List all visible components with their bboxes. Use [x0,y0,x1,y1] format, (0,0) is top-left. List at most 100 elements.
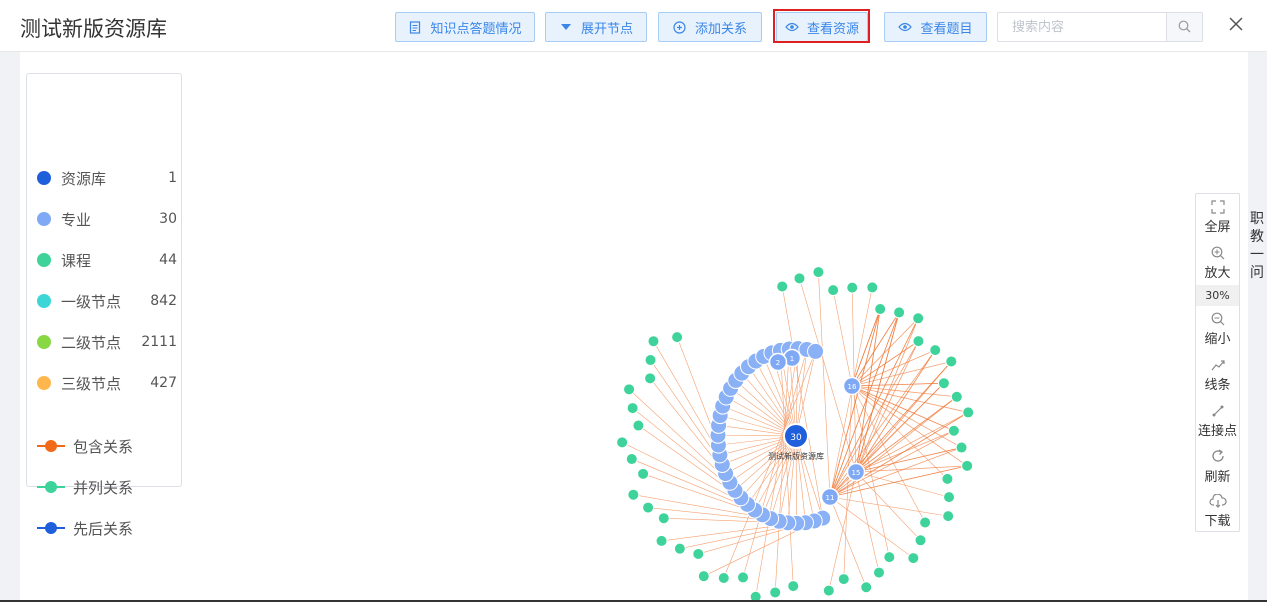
graph-course-node [627,488,640,501]
close-button[interactable] [1226,15,1246,35]
legend-item-sequence[interactable]: 先后关系 [37,517,177,539]
relation-line-icon [37,480,65,494]
graph-course-node [883,551,896,564]
header: 测试新版资源库 知识点答题情况 展开节点 添加关系 查看资源 查看题目 [0,0,1267,52]
relation-line-icon [37,521,65,535]
graph-course-node [692,547,705,560]
graph-course-node [671,331,684,344]
side-char: 教 [1250,229,1264,245]
graph-major-node [807,342,825,360]
legend-item-parallel[interactable]: 并列关系 [37,476,177,498]
connect-icon [1212,405,1223,417]
lines-button[interactable]: 线条 [1196,358,1239,393]
search-button[interactable] [1166,13,1202,41]
node-dot-icon [37,212,51,226]
answers-button-label: 知识点答题情况 [430,21,522,37]
legend-item-level2[interactable]: 二级节点 2111 [37,331,177,353]
graph-course-node [644,354,657,367]
graph-course-node [616,436,629,449]
graph-course-node [962,406,975,419]
legend-item-level3[interactable]: 三级节点 427 [37,372,177,394]
download-button[interactable]: 下载 [1196,494,1239,529]
graph-edge [855,471,921,541]
graph-course-node [657,512,670,525]
graph-edge [851,318,919,387]
search-input[interactable] [998,13,1168,41]
side-char: 职 [1250,211,1264,227]
graph-course-node [776,280,789,293]
graph-course-node [787,580,800,593]
graph-course-node [937,377,950,390]
legend-count: 842 [150,293,177,309]
search-box [997,12,1203,42]
graph-hub-value: 1 [790,355,794,363]
graph-course-node [914,534,927,547]
legend-label: 资源库 [61,169,107,188]
page-title: 测试新版资源库 [20,17,167,41]
legend-item-level1[interactable]: 一级节点 842 [37,290,177,312]
graph-course-node [812,266,825,279]
legend-label: 课程 [61,251,92,270]
graph-course-node [793,272,806,285]
graph-course-node [632,419,645,432]
graph-edge [795,435,806,523]
graph-course-node [950,390,963,403]
legend-item-contains[interactable]: 包含关系 [37,435,177,457]
answers-button[interactable]: 知识点答题情况 [395,12,535,42]
zoom-in-button[interactable]: 放大 [1196,246,1239,281]
legend-item-library[interactable]: 资源库 1 [37,167,177,189]
graph-course-node [874,302,887,315]
graph-edge [829,496,949,517]
graph-edge [653,341,721,456]
graph-edge [832,290,853,387]
zoom-out-button[interactable]: 缩小 [1196,312,1239,347]
graph-edge [795,435,815,522]
relation-line-icon [37,439,65,453]
add-relation-label: 添加关系 [694,21,747,37]
graph-course-node [912,312,925,325]
fullscreen-button[interactable]: 全屏 [1196,200,1239,235]
legend-label: 三级节点 [61,374,122,393]
add-relation-button[interactable]: 添加关系 [658,12,762,42]
legend-label: 并列关系 [73,478,134,497]
node-dot-icon [37,253,51,267]
connect-points-button[interactable]: 连接点 [1196,404,1239,439]
graph-course-node [655,534,668,547]
legend-item-course[interactable]: 课程 44 [37,249,177,271]
graph-toolbar: 全屏 放大 30% 缩小 线条 连接点 刷新 下载 [1195,193,1240,532]
graph-course-node [626,402,639,415]
view-questions-label: 查看题目 [920,21,973,37]
expand-nodes-button[interactable]: 展开节点 [545,12,647,42]
graph-course-node [625,453,638,466]
graph-course-node [912,335,925,348]
view-questions-button[interactable]: 查看题目 [884,12,987,42]
graph-course-node [822,584,835,597]
caret-down-icon [559,20,573,34]
graph-course-node [941,472,954,485]
graph-edge [855,471,880,573]
legend-panel: 资源库 1 专业 30 课程 44 一级节点 842 二级节点 2111 三级节… [26,73,182,538]
graph-edge [851,385,968,467]
graph-edge [855,349,936,473]
graph-course-node [644,372,657,385]
side-char: 一 [1250,247,1264,263]
fullscreen-icon [1210,200,1225,214]
legend-count: 1 [168,170,177,186]
refresh-button[interactable]: 刷新 [1196,448,1239,485]
node-dot-icon [37,171,51,185]
graph-course-node [749,590,762,600]
legend-count: 44 [159,252,177,268]
download-label: 下载 [1204,514,1231,529]
legend-label: 专业 [61,210,92,229]
legend-item-major[interactable]: 专业 30 [37,208,177,230]
graph-edge [818,272,831,498]
graph-course-node [860,581,873,594]
fullscreen-label: 全屏 [1204,220,1231,235]
knowledge-graph[interactable]: 16151112 30 测试新版资源库 [580,230,1040,600]
eye-icon [898,20,913,34]
graph-course-node [673,542,686,555]
graph-course-node [907,552,920,565]
graph-course-node [736,571,749,584]
legend-label: 一级节点 [61,292,122,311]
graph-course-node [955,441,968,454]
